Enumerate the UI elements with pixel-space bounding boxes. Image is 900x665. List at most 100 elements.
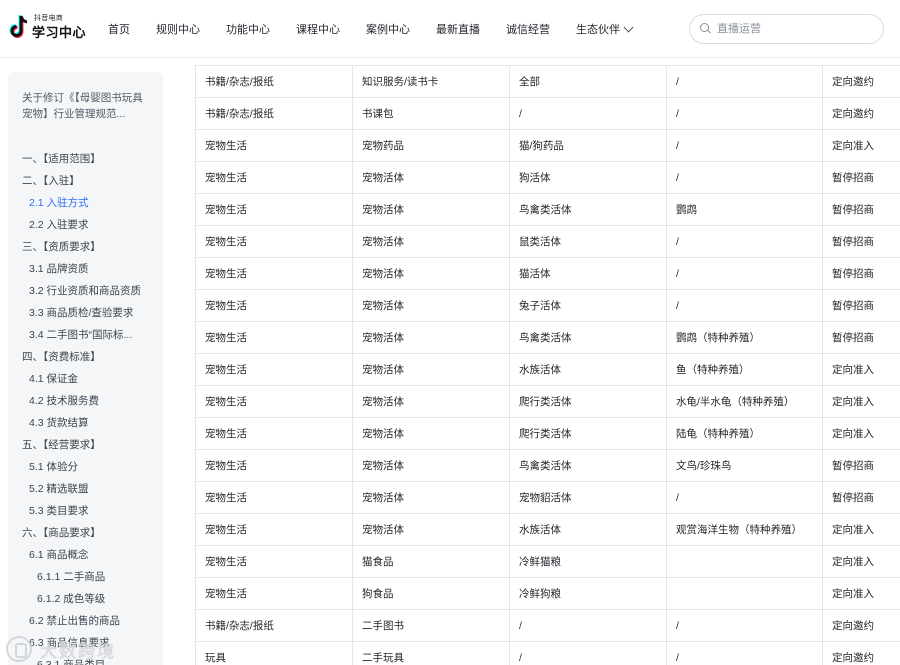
table-cell: 知识服务/读书卡: [352, 65, 510, 98]
table-cell: [666, 545, 823, 578]
table-cell: 猫/狗药品: [509, 129, 667, 162]
toc-item[interactable]: 3.1 品牌资质: [8, 258, 163, 280]
toc-item[interactable]: 5.3 类目要求: [8, 500, 163, 522]
search-input[interactable]: [717, 23, 867, 35]
table-cell: 陆龟（特种养殖）: [666, 417, 823, 450]
toc-item[interactable]: 三、【资质要求】: [8, 236, 163, 258]
table-row: 宠物生活 宠物活体 水族活体 观赏海洋生物（特种养殖） 定向准入: [195, 513, 900, 546]
table-cell: [666, 577, 823, 610]
toc-item[interactable]: 2.2 入驻要求: [8, 214, 163, 236]
toc-item[interactable]: 3.4 二手图书“国际标...: [8, 324, 163, 346]
toc-item[interactable]: 5.1 体验分: [8, 456, 163, 478]
table-row: 宠物生活 宠物活体 兔子活体 / 暂停招商: [195, 289, 900, 322]
toc-item[interactable]: 3.2 行业资质和商品资质: [8, 280, 163, 302]
toc-item[interactable]: 五、【经营要求】: [8, 434, 163, 456]
table-cell: /: [509, 609, 667, 642]
douyin-logo-icon: [9, 15, 28, 38]
table-cell: 宠物活体: [352, 321, 510, 354]
table-row: 宠物生活 宠物活体 宠物貂活体 / 暂停招商: [195, 481, 900, 514]
toc-item[interactable]: 5.2 精选联盟: [8, 478, 163, 500]
table-row: 宠物生活 宠物活体 鸟禽类活体 鹦鹉 暂停招商: [195, 193, 900, 226]
category-table: 书籍/杂志/报纸 知识服务/读书卡 全部 / 定向邀约 书籍/杂志/报纸 书课包 / / 定向邀约…: [195, 65, 900, 665]
toc-item[interactable]: 四、【资费标准】: [8, 346, 163, 368]
nav-home[interactable]: 首页: [108, 21, 130, 37]
table-row: 宠物生活 宠物活体 鸟禽类活体 文鸟/珍珠鸟 暂停招商: [195, 449, 900, 482]
table-cell: 暂停招商: [822, 257, 900, 290]
document-title[interactable]: 关于修订《【母婴图书玩具宠物】行业管理规范...: [22, 90, 150, 122]
search-icon: [700, 23, 712, 35]
table-cell: 定向邀约: [822, 609, 900, 642]
table-cell: 冷鲜狗粮: [509, 577, 667, 610]
table-row: 书籍/杂志/报纸 书课包 / / 定向邀约: [195, 97, 900, 130]
table-cell: 爬行类活体: [509, 417, 667, 450]
table-row: 宠物生活 宠物活体 爬行类活体 水龟/半水龟（特种养殖） 定向准入: [195, 385, 900, 418]
table-row: 宠物生活 宠物活体 猫活体 / 暂停招商: [195, 257, 900, 290]
table-cell: 宠物活体: [352, 353, 510, 386]
table-cell: 鸟禽类活体: [509, 193, 667, 226]
table-cell: 宠物生活: [195, 353, 353, 386]
search-box[interactable]: [689, 14, 884, 44]
nav-latest-live[interactable]: 最新直播: [436, 21, 480, 37]
category-table-container[interactable]: 书籍/杂志/报纸 知识服务/读书卡 全部 / 定向邀约 书籍/杂志/报纸 书课包 / / 定向邀约…: [195, 65, 900, 665]
doc-sidebar: 关于修订《【母婴图书玩具宠物】行业管理规范... 一、【适用范围】 二、【入驻】 2…: [8, 72, 163, 665]
table-cell: 书课包: [352, 97, 510, 130]
table-cell: 鼠类活体: [509, 225, 667, 258]
table-cell: /: [666, 129, 823, 162]
nav-rules-center[interactable]: 规则中心: [156, 21, 200, 37]
table-cell: 暂停招商: [822, 161, 900, 194]
table-cell: 定向准入: [822, 513, 900, 546]
table-cell: 宠物活体: [352, 513, 510, 546]
table-cell: 猫食品: [352, 545, 510, 578]
toc-item[interactable]: 六、【商品要求】: [8, 522, 163, 544]
toc-item[interactable]: 6.1 商品概念: [8, 544, 163, 566]
table-cell: 宠物活体: [352, 193, 510, 226]
douyin-ecommerce-logo[interactable]: 抖音电商 学习中心: [8, 12, 98, 42]
table-row: 宠物生活 宠物活体 狗活体 / 暂停招商: [195, 161, 900, 194]
table-cell: 宠物活体: [352, 385, 510, 418]
main-nav: 首页 规则中心 功能中心 课程中心 案例中心 最新直播 诚信经营 生态伙伴: [108, 0, 658, 58]
toc-item[interactable]: 一、【适用范围】: [8, 148, 163, 170]
table-cell: 宠物生活: [195, 417, 353, 450]
table-cell: 定向邀约: [822, 641, 900, 665]
table-cell: /: [666, 609, 823, 642]
table-row: 宠物生活 宠物药品 猫/狗药品 / 定向准入: [195, 129, 900, 162]
table-cell: 兔子活体: [509, 289, 667, 322]
table-cell: 暂停招商: [822, 289, 900, 322]
table-cell: /: [666, 225, 823, 258]
nav-course-center[interactable]: 课程中心: [296, 21, 340, 37]
table-cell: 宠物药品: [352, 129, 510, 162]
table-cell: /: [509, 97, 667, 130]
toc-item[interactable]: 4.2 技术服务费: [8, 390, 163, 412]
nav-ecosystem-partners[interactable]: 生态伙伴: [576, 21, 634, 37]
table-cell: 定向准入: [822, 545, 900, 578]
logo-title: 学习中心: [32, 25, 87, 40]
toc-item[interactable]: 二、【入驻】: [8, 170, 163, 192]
toc-item[interactable]: 4.3 货款结算: [8, 412, 163, 434]
table-cell: 宠物生活: [195, 577, 353, 610]
table-row: 宠物生活 宠物活体 爬行类活体 陆龟（特种养殖） 定向准入: [195, 417, 900, 450]
table-cell: 宠物生活: [195, 385, 353, 418]
toc-item[interactable]: 6.1.2 成色等级: [8, 588, 163, 610]
table-cell: 鱼（特种养殖）: [666, 353, 823, 386]
table-cell: /: [666, 97, 823, 130]
table-cell: 暂停招商: [822, 449, 900, 482]
toc-item[interactable]: 2.1 入驻方式: [8, 192, 163, 214]
toc-item[interactable]: 6.1.1 二手商品: [8, 566, 163, 588]
toc-item[interactable]: 4.1 保证金: [8, 368, 163, 390]
table-cell: 定向准入: [822, 577, 900, 610]
table-cell: 暂停招商: [822, 481, 900, 514]
nav-integrity[interactable]: 诚信经营: [506, 21, 550, 37]
toc-item[interactable]: 3.3 商品质检/查验要求: [8, 302, 163, 324]
table-cell: 全部: [509, 65, 667, 98]
table-cell: 宠物活体: [352, 161, 510, 194]
toc-item[interactable]: 6.2 禁止出售的商品: [8, 610, 163, 632]
table-cell: 宠物生活: [195, 257, 353, 290]
nav-case-center[interactable]: 案例中心: [366, 21, 410, 37]
table-cell: 宠物活体: [352, 225, 510, 258]
table-cell: /: [666, 65, 823, 98]
table-cell: 宠物貂活体: [509, 481, 667, 514]
table-cell: /: [509, 641, 667, 665]
nav-feature-center[interactable]: 功能中心: [226, 21, 270, 37]
table-cell: 书籍/杂志/报纸: [195, 97, 353, 130]
table-cell: 宠物生活: [195, 225, 353, 258]
